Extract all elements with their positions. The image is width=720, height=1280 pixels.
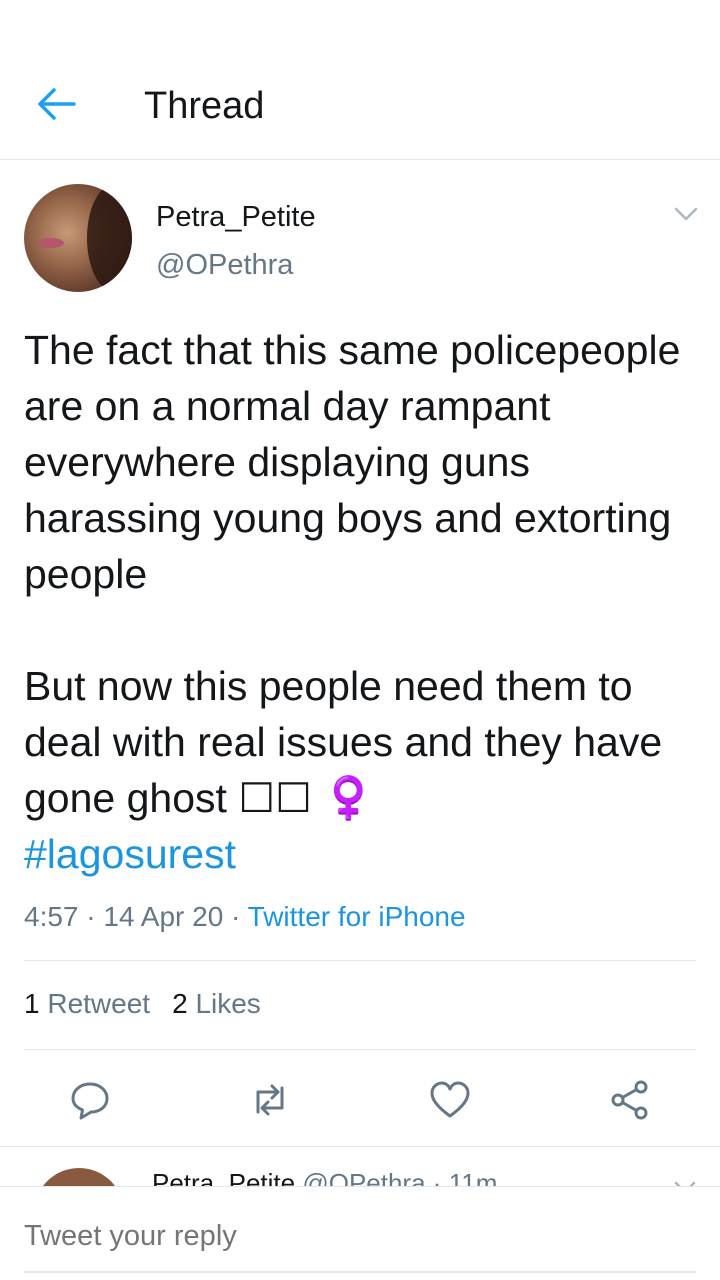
reply-author-line: Petra_Petite @OPethra · 11m — [152, 1168, 497, 1186]
chevron-down-icon[interactable] — [672, 204, 700, 224]
avatar-lips — [38, 238, 64, 248]
reply-age: 11m — [448, 1168, 498, 1186]
retweet-count: 1 — [24, 988, 40, 1019]
author-name[interactable]: Petra_Petite — [156, 200, 316, 234]
divider — [24, 1049, 696, 1050]
retweet-stat[interactable]: 1 Retweet — [24, 988, 150, 1019]
retweet-icon[interactable] — [248, 1078, 292, 1122]
tweet-text: The fact that this same policepeople are… — [24, 322, 704, 882]
avatar-hair — [87, 184, 132, 292]
divider — [0, 1146, 720, 1147]
like-stat[interactable]: 2 Likes — [172, 988, 261, 1019]
reply-tweet-preview[interactable]: Petra_Petite @OPethra · 11m — [0, 1148, 720, 1186]
tweet-body: The fact that this same policepeople are… — [24, 327, 681, 821]
reply-composer — [0, 1186, 720, 1280]
tweet-stats: 1 Retweet 2 Likes — [24, 987, 261, 1021]
arrow-left-icon[interactable] — [34, 84, 78, 124]
page-title: Thread — [144, 85, 265, 127]
hashtag-link[interactable]: #lagosurest — [24, 831, 236, 877]
reply-input-underline — [24, 1271, 696, 1273]
avatar[interactable] — [24, 184, 132, 292]
reply-icon[interactable] — [68, 1078, 112, 1122]
avatar[interactable] — [34, 1168, 124, 1186]
chevron-down-icon[interactable] — [672, 1178, 698, 1186]
tweet-date: 14 Apr 20 — [103, 901, 224, 932]
reply-author-name: Petra_Petite — [152, 1168, 296, 1186]
heart-icon[interactable] — [428, 1078, 472, 1122]
share-icon[interactable] — [608, 1078, 652, 1122]
like-count: 2 — [172, 988, 188, 1019]
meta-separator: · — [432, 1168, 442, 1186]
meta-separator: · — [86, 901, 96, 932]
tweet-time: 4:57 — [24, 901, 79, 932]
retweet-label: Retweet — [47, 988, 151, 1019]
like-label: Likes — [195, 988, 261, 1019]
divider — [24, 960, 696, 961]
top-bar: Thread — [0, 0, 720, 160]
reply-input[interactable] — [24, 1219, 696, 1253]
reply-author-handle: @OPethra — [302, 1168, 426, 1186]
meta-separator: · — [231, 901, 241, 932]
tweet-source[interactable]: Twitter for iPhone — [248, 901, 466, 932]
author-handle[interactable]: @OPethra — [156, 248, 293, 282]
tweet-meta: 4:57 · 14 Apr 20 · Twitter for iPhone — [24, 900, 466, 934]
